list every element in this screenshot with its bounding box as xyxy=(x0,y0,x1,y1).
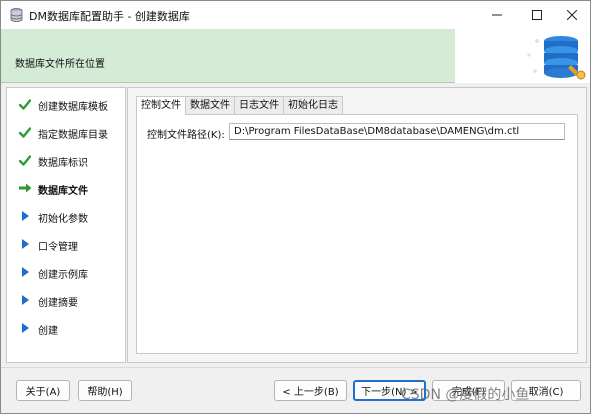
arrow-right-icon xyxy=(18,182,32,194)
check-icon xyxy=(18,98,32,110)
triangle-right-icon xyxy=(18,238,32,250)
maximize-icon xyxy=(532,10,542,20)
control-file-path-label: 控制文件路径(K): xyxy=(147,130,225,141)
tab-init-log[interactable]: 初始化日志 xyxy=(283,96,343,114)
tab-panel-control-file: 控制文件路径(K): xyxy=(136,114,578,354)
step-label: 创建示例库 xyxy=(38,270,88,281)
check-icon xyxy=(18,126,32,138)
step-item: 数据库标识 xyxy=(7,150,125,170)
step-label: 指定数据库目录 xyxy=(38,130,108,141)
tab-data-file[interactable]: 数据文件 xyxy=(185,96,235,114)
check-icon xyxy=(18,154,32,166)
about-button[interactable]: 关于(A) xyxy=(16,380,70,401)
watermark-text: CSDN @度假的小鱼 xyxy=(401,387,530,403)
step-label: 初始化参数 xyxy=(38,214,88,225)
step-label: 创建数据库模板 xyxy=(38,102,108,113)
minimize-button[interactable] xyxy=(476,1,518,29)
step-label: 创建摘要 xyxy=(38,298,78,309)
step-item: 指定数据库目录 xyxy=(7,122,125,142)
window-title: DM数据库配置助手 - 创建数据库 xyxy=(29,10,190,23)
database-app-icon xyxy=(10,8,23,22)
step-item: 口令管理 xyxy=(7,234,125,254)
close-icon xyxy=(567,10,577,20)
step-label: 数据库文件 xyxy=(38,186,88,197)
step-label: 口令管理 xyxy=(38,242,78,253)
step-item: 创建 xyxy=(7,318,125,338)
step-label: 数据库标识 xyxy=(38,158,88,169)
triangle-right-icon xyxy=(18,266,32,278)
step-item: 创建数据库模板 xyxy=(7,94,125,114)
minimize-icon xyxy=(492,14,502,16)
tab-bar: 控制文件 数据文件 日志文件 初始化日志 xyxy=(136,96,343,115)
step-item: 创建摘要 xyxy=(7,290,125,310)
tab-log-file[interactable]: 日志文件 xyxy=(234,96,284,114)
database-settings-icon xyxy=(527,36,586,80)
step-item-current: 数据库文件 xyxy=(7,178,125,198)
header-banner: 数据库文件所在位置 xyxy=(1,29,590,83)
triangle-right-icon xyxy=(18,322,32,334)
step-item: 创建示例库 xyxy=(7,262,125,282)
app-window: DM数据库配置助手 - 创建数据库 数据库文件所在位置 创建数据库模板 指定数据… xyxy=(0,0,591,414)
banner-title: 数据库文件所在位置 xyxy=(15,59,105,70)
banner-art xyxy=(455,29,590,83)
step-label: 创建 xyxy=(38,326,58,337)
title-bar[interactable]: DM数据库配置助手 - 创建数据库 xyxy=(1,1,590,29)
step-item: 初始化参数 xyxy=(7,206,125,226)
steps-panel: 创建数据库模板 指定数据库目录 数据库标识 数据库文件 初始化参数 口令管理 创… xyxy=(6,87,126,363)
previous-button[interactable]: < 上一步(B) xyxy=(274,380,347,401)
help-button[interactable]: 帮助(H) xyxy=(78,380,132,401)
control-file-path-input[interactable] xyxy=(229,123,565,140)
close-button[interactable] xyxy=(551,1,591,29)
content-panel: 控制文件 数据文件 日志文件 初始化日志 控制文件路径(K): xyxy=(127,87,587,363)
triangle-right-icon xyxy=(18,294,32,306)
tab-control-file[interactable]: 控制文件 xyxy=(136,96,186,115)
triangle-right-icon xyxy=(18,210,32,222)
